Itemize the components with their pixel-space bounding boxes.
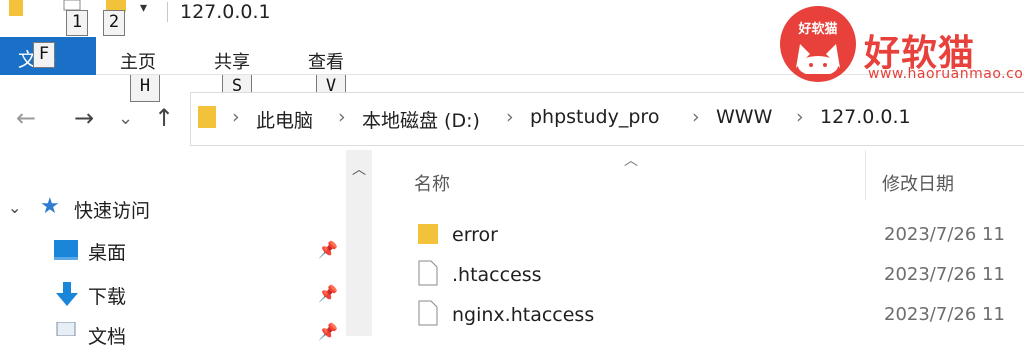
- folder-icon: [9, 0, 23, 16]
- table-row[interactable]: nginx.htaccess 2023/7/26 11: [400, 294, 1024, 334]
- file-name: error: [452, 224, 498, 246]
- recent-locations-chevron-icon[interactable]: ⌄: [118, 108, 133, 129]
- column-header-date[interactable]: 修改日期: [882, 170, 954, 196]
- title-separator: [167, 2, 168, 22]
- column-divider[interactable]: [865, 150, 866, 200]
- desktop-icon: [54, 240, 78, 260]
- file-date: 2023/7/26 11: [884, 304, 1005, 325]
- breadcrumb-chevron-icon[interactable]: ›: [232, 106, 240, 128]
- nav-quick-access[interactable]: 快速访问: [74, 196, 150, 223]
- nav-item-desktop[interactable]: 桌面: [88, 238, 126, 265]
- file-name: .htaccess: [452, 264, 542, 286]
- table-row[interactable]: error 2023/7/26 11: [400, 214, 1024, 254]
- customize-quick-access-dropdown[interactable]: ▾: [140, 0, 147, 16]
- file-icon: [418, 260, 438, 286]
- file-name: nginx.htaccess: [452, 304, 595, 326]
- keytip-quick-access-1: 1: [66, 10, 88, 36]
- breadcrumb-chevron-icon[interactable]: ›: [506, 106, 514, 128]
- watermark-url: www.haoruanmao.com: [868, 66, 1024, 82]
- pin-icon[interactable]: 📌: [318, 240, 338, 259]
- breadcrumb-www[interactable]: WWW: [716, 106, 772, 128]
- cat-face-icon: [796, 44, 840, 74]
- watermark-badge-text: 好软猫: [798, 22, 838, 37]
- file-date: 2023/7/26 11: [884, 264, 1005, 285]
- star-icon: ★: [40, 194, 60, 219]
- window-title: 127.0.0.1: [180, 1, 271, 23]
- breadcrumb-local-disk[interactable]: 本地磁盘 (D:): [362, 106, 480, 133]
- file-date: 2023/7/26 11: [884, 224, 1005, 245]
- address-folder-icon: [198, 106, 216, 128]
- up-arrow-icon[interactable]: ↑: [154, 104, 174, 132]
- forward-arrow-icon[interactable]: →: [74, 104, 94, 132]
- back-arrow-icon[interactable]: ←: [16, 104, 36, 132]
- breadcrumb-current-folder[interactable]: 127.0.0.1: [820, 106, 911, 128]
- nav-item-downloads[interactable]: 下载: [88, 282, 126, 309]
- keytip-home: H: [130, 74, 160, 102]
- keytip-quick-access-2: 2: [103, 10, 125, 36]
- scroll-up-icon[interactable]: ︿: [346, 150, 372, 190]
- keytip-file: F: [33, 42, 55, 68]
- breadcrumb-chevron-icon[interactable]: ›: [338, 106, 346, 128]
- column-header-name[interactable]: 名称: [414, 170, 450, 196]
- pin-icon[interactable]: 📌: [318, 284, 338, 303]
- breadcrumb-chevron-icon[interactable]: ›: [692, 106, 700, 128]
- download-icon: [56, 282, 78, 306]
- breadcrumb-this-pc[interactable]: 此电脑: [256, 106, 313, 133]
- breadcrumb-phpstudy[interactable]: phpstudy_pro: [530, 106, 659, 128]
- tab-home[interactable]: 主页: [120, 48, 156, 74]
- tab-view[interactable]: 查看: [308, 48, 344, 74]
- tab-share[interactable]: 共享: [214, 48, 250, 74]
- pin-icon[interactable]: 📌: [318, 322, 338, 341]
- file-icon: [418, 300, 438, 326]
- expand-chevron-icon[interactable]: ⌄: [8, 198, 21, 217]
- folder-icon: [418, 224, 438, 244]
- sort-ascending-icon: ︿: [624, 153, 638, 169]
- breadcrumb-chevron-icon[interactable]: ›: [796, 106, 804, 128]
- documents-icon: [56, 322, 76, 336]
- table-row[interactable]: .htaccess 2023/7/26 11: [400, 254, 1024, 294]
